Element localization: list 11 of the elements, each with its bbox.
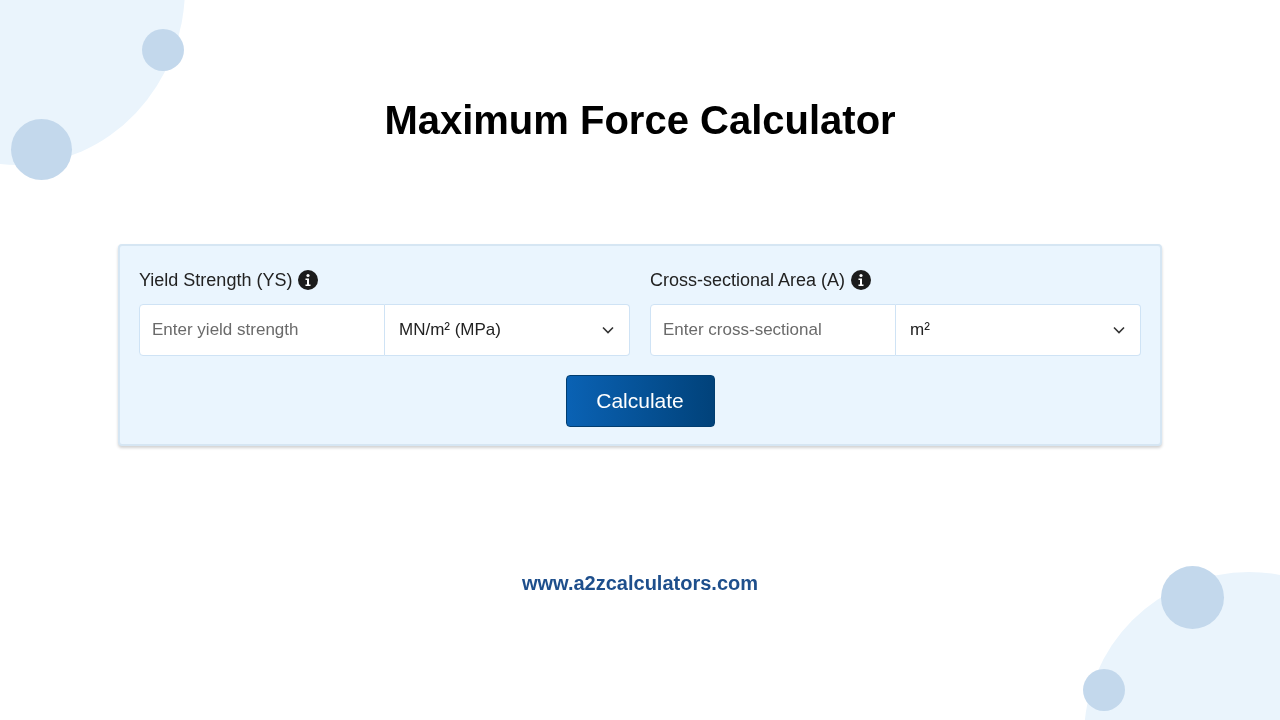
unit-dropdown[interactable]: m² (896, 304, 1141, 356)
field-label: Cross-sectional Area (A) (650, 269, 846, 291)
number-input[interactable]: Enter cross-sectional (650, 304, 896, 356)
page-title: Maximum Force Calculator (384, 97, 896, 144)
info-icon[interactable] (298, 270, 319, 290)
field-label: Yield Strength (YS) (139, 269, 293, 291)
number-input[interactable]: Enter yield strength (139, 304, 385, 356)
unit-dropdown[interactable]: MN/m² (MPa) (385, 304, 630, 356)
info-icon[interactable] (851, 270, 872, 290)
calculate-button[interactable]: Calculate (565, 375, 715, 427)
website-url: www.a2zcalculators.com (522, 572, 758, 595)
